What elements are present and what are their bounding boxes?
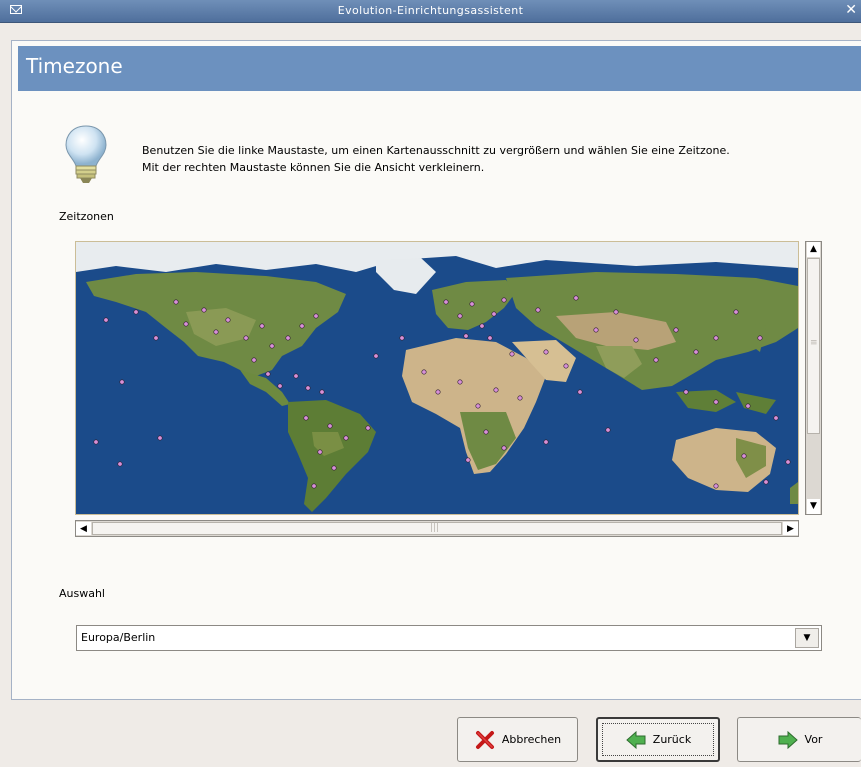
window-title: Evolution-Einrichtungsassistent [337, 4, 524, 17]
timezones-label: Zeitzonen [59, 210, 114, 223]
scroll-left-arrow-icon[interactable]: ◀ [76, 522, 91, 535]
map-horizontal-scrollbar[interactable]: ◀ ||| ▶ [75, 520, 799, 537]
back-button[interactable]: Zurück [596, 717, 720, 762]
back-button-label: Zurück [652, 733, 692, 746]
forward-button-label: Vor [804, 733, 823, 746]
vertical-grip-icon: ≡ [810, 338, 818, 348]
scroll-up-arrow-icon[interactable]: ▲ [807, 242, 820, 257]
cancel-button[interactable]: Abbrechen [457, 717, 578, 762]
scroll-down-arrow-icon[interactable]: ▼ [807, 499, 820, 514]
page-header: Timezone [18, 46, 861, 91]
scroll-right-arrow-icon[interactable]: ▶ [783, 522, 798, 535]
lightbulb-icon [65, 125, 107, 183]
chevron-down-icon[interactable]: ▼ [795, 628, 819, 648]
instruction-line-1: Benutzen Sie die linke Maustaste, um ein… [142, 144, 730, 157]
forward-button[interactable]: Vor [737, 717, 861, 762]
selection-label: Auswahl [59, 587, 105, 600]
back-arrow-icon [626, 730, 646, 749]
timezone-selection-combo[interactable]: Europa/Berlin ▼ [76, 625, 822, 651]
instruction-line-2: Mit der rechten Maustaste können Sie die… [142, 161, 485, 174]
page-title: Timezone [26, 54, 123, 78]
forward-arrow-icon [778, 730, 798, 749]
map-vertical-scrollbar[interactable]: ▲ ≡ ▼ [805, 241, 822, 515]
window-titlebar[interactable]: Evolution-Einrichtungsassistent ✕ [0, 0, 861, 23]
timezone-selection-value: Europa/Berlin [81, 631, 156, 644]
timezone-world-map[interactable] [75, 241, 799, 515]
world-map-image[interactable] [76, 242, 798, 514]
instruction-text: Benutzen Sie die linke Maustaste, um ein… [142, 142, 842, 176]
window-close-button[interactable]: ✕ [845, 2, 857, 18]
cancel-button-label: Abbrechen [501, 733, 562, 746]
cancel-x-icon [475, 730, 494, 749]
horizontal-grip-icon: ||| [430, 523, 440, 533]
